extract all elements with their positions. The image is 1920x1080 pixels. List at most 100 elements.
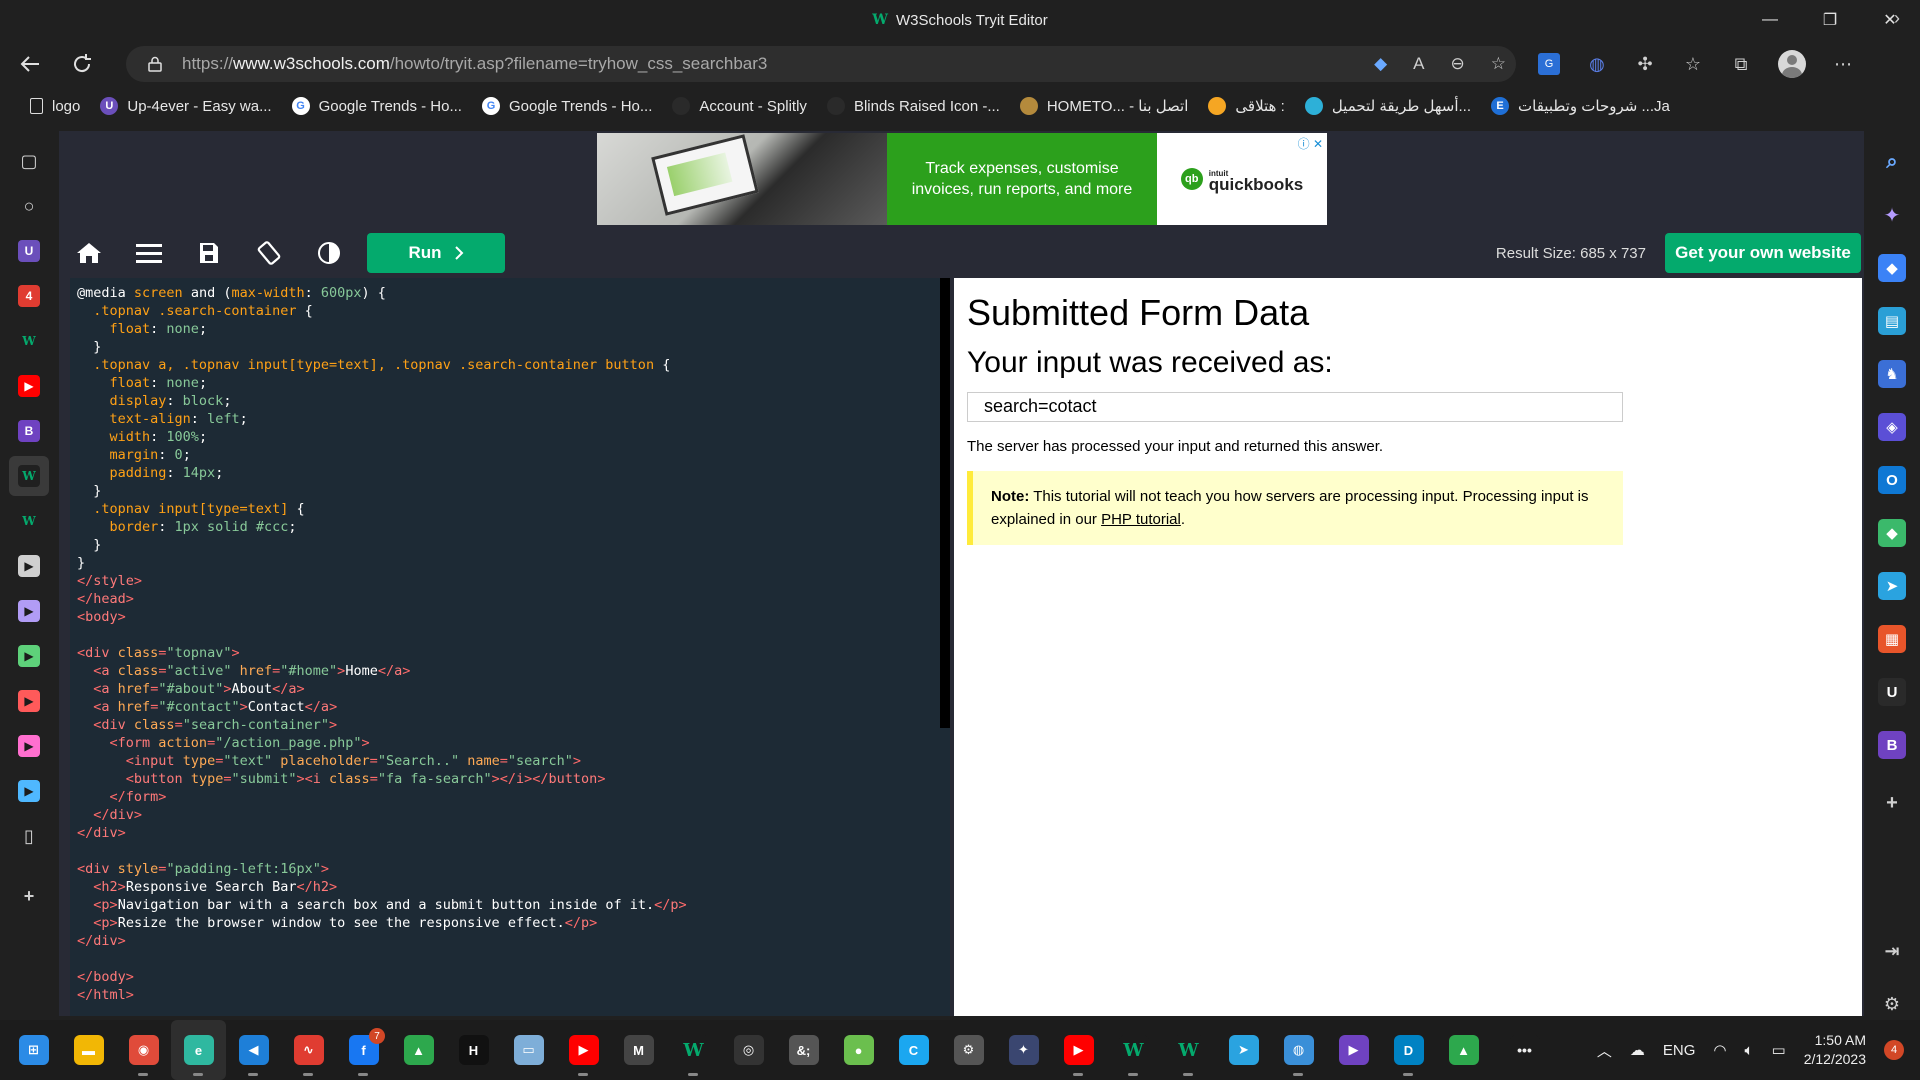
sidebar-tab[interactable]: + (9, 876, 49, 916)
coupon-icon[interactable]: ◆ (1374, 54, 1387, 74)
bookmark-item[interactable]: U Up-4ever - Easy wa... (90, 91, 281, 121)
close-button[interactable]: ✕ (1860, 0, 1920, 40)
home-button[interactable] (59, 228, 119, 278)
editor-scrollbar[interactable] (940, 278, 950, 1016)
sparkle-icon[interactable]: ✦ (1878, 201, 1906, 229)
zoom-out-icon[interactable]: ⊖ (1451, 54, 1465, 74)
bookmark-item[interactable]: Account - Splitly (662, 91, 817, 121)
taskbar-app[interactable]: e (171, 1020, 226, 1080)
taskbar-app[interactable]: W (1161, 1020, 1216, 1080)
taskbar-app[interactable]: ▬ (61, 1020, 116, 1080)
cloud-icon[interactable]: ☁ (1630, 1041, 1645, 1059)
sidebar-tab[interactable]: ▶ (9, 771, 49, 811)
sidebar-settings-icon[interactable]: ⚙ (1878, 990, 1906, 1018)
settings-more-icon[interactable]: ⋯ (1832, 53, 1854, 75)
save-button[interactable] (179, 228, 239, 278)
read-aloud-icon[interactable]: A (1413, 54, 1424, 74)
bookmark-item[interactable]: logo (20, 91, 90, 121)
taskbar-app[interactable]: ▶ (1051, 1020, 1106, 1080)
taskbar-app[interactable]: &; (776, 1020, 831, 1080)
taskbar-app[interactable]: D (1381, 1020, 1436, 1080)
theme-button[interactable] (299, 228, 359, 278)
add-favorite-icon[interactable]: ☆ (1491, 54, 1506, 74)
address-bar[interactable]: https://www.w3schools.com/howto/tryit.as… (126, 46, 1516, 82)
b-icon[interactable]: B (1878, 731, 1906, 759)
bookmark-item[interactable]: أسهل طريقة لتحميل... (1295, 91, 1481, 121)
taskbar-app[interactable]: H (446, 1020, 501, 1080)
u-icon[interactable]: U (1878, 678, 1906, 706)
copilot-icon[interactable]: ◈ (1878, 413, 1906, 441)
ad-close-icon[interactable]: ⓘ ✕ (1298, 135, 1323, 152)
sidebar-tab[interactable]: ▢ (9, 141, 49, 181)
taskbar-app[interactable]: ➤ (1216, 1020, 1271, 1080)
taskbar-app[interactable]: ◍ (1271, 1020, 1326, 1080)
favorites-icon[interactable]: ☆ (1682, 53, 1704, 75)
sidebar-tab[interactable]: B (9, 411, 49, 451)
search-icon[interactable]: ⌕ (1878, 148, 1906, 176)
sidebar-tab[interactable]: ▶ (9, 636, 49, 676)
battery-icon[interactable]: ▭ (1772, 1041, 1786, 1059)
taskbar-app[interactable]: ⚙ (941, 1020, 996, 1080)
sidebar-tab[interactable]: ▶ (9, 546, 49, 586)
bookmarks-more-chevron-icon[interactable]: › (1894, 0, 1900, 36)
extension-globe-icon[interactable]: ◍ (1586, 53, 1608, 75)
chevron-up-icon[interactable]: ︿ (1597, 1040, 1612, 1061)
notification-badge[interactable]: 4 (1884, 1040, 1904, 1060)
taskbar-app[interactable]: ◎ (721, 1020, 776, 1080)
get-your-own-website-button[interactable]: Get your own website (1665, 233, 1861, 273)
sidebar-tab[interactable]: W (9, 501, 49, 541)
sidebar-tab[interactable]: U (9, 231, 49, 271)
back-button[interactable] (4, 40, 56, 88)
url-text[interactable]: https://www.w3schools.com/howto/tryit.as… (182, 54, 767, 74)
taskbar-app[interactable]: ✦ (996, 1020, 1051, 1080)
sidebar-tab[interactable]: ○ (9, 186, 49, 226)
php-tutorial-link[interactable]: PHP tutorial (1101, 511, 1181, 528)
telegram-icon[interactable]: ➤ (1878, 572, 1906, 600)
sidebar-tab[interactable]: ▯ (9, 816, 49, 856)
clock[interactable]: 1:50 AM 2/12/2023 (1804, 1031, 1866, 1069)
taskbar-app[interactable]: ▶ (556, 1020, 611, 1080)
taskbar-app[interactable]: C (886, 1020, 941, 1080)
bookmark-item[interactable]: E شروحات وتطبيقات ...Ja (1481, 91, 1680, 121)
rotate-button[interactable] (239, 228, 299, 278)
taskbar-app[interactable]: W (1106, 1020, 1161, 1080)
wifi-icon[interactable]: ◠ (1713, 1041, 1726, 1059)
drop-icon[interactable]: ◆ (1878, 519, 1906, 547)
sidebar-tab[interactable]: ▶ (9, 681, 49, 721)
taskbar-app[interactable]: M (611, 1020, 666, 1080)
collections-icon[interactable]: ⧉ (1730, 53, 1752, 75)
bookmark-item[interactable]: Blinds Raised Icon -... (817, 91, 1010, 121)
code-editor[interactable]: @media screen and (max-width: 600px) { .… (70, 278, 940, 1016)
taskbar-app[interactable]: ▶ (1326, 1020, 1381, 1080)
sidebar-tab[interactable]: W (9, 321, 49, 361)
profile-avatar[interactable] (1778, 50, 1806, 78)
sidebar-exit-icon[interactable]: ⇥ (1878, 937, 1906, 965)
taskbar-app[interactable]: ⊞ (6, 1020, 61, 1080)
outlook-icon[interactable]: O (1878, 466, 1906, 494)
tag-icon[interactable]: ◆ (1878, 254, 1906, 282)
taskbar-app[interactable]: W (666, 1020, 721, 1080)
add-icon[interactable]: + (1878, 789, 1906, 817)
refresh-button[interactable] (56, 40, 108, 88)
bookmark-item[interactable]: HOMETO... - اتصل بنا (1010, 91, 1199, 121)
bookmark-item[interactable]: G Google Trends - Ho... (282, 91, 472, 121)
taskbar-app[interactable]: ◀ (226, 1020, 281, 1080)
sidebar-tab[interactable]: ▶ (9, 366, 49, 406)
sidebar-tab[interactable]: 4 (9, 276, 49, 316)
sidebar-tab[interactable]: W (9, 456, 49, 496)
toolbox-icon[interactable]: ▤ (1878, 307, 1906, 335)
language-indicator[interactable]: ENG (1663, 1042, 1696, 1059)
games-icon[interactable]: ♞ (1878, 360, 1906, 388)
taskbar-app[interactable]: ▲ (1436, 1020, 1491, 1080)
sidebar-tab[interactable]: ▶ (9, 591, 49, 631)
taskbar-app[interactable]: ● (831, 1020, 886, 1080)
taskbar-app[interactable]: ▲ (391, 1020, 446, 1080)
extensions-icon[interactable]: ✣ (1634, 53, 1656, 75)
restore-button[interactable]: ❐ (1800, 0, 1860, 40)
taskbar-app[interactable]: ▭ (501, 1020, 556, 1080)
taskbar-app[interactable]: ∿ (281, 1020, 336, 1080)
run-button[interactable]: Run (367, 233, 505, 273)
sidebar-tab[interactable]: ▶ (9, 726, 49, 766)
office-icon[interactable]: ▦ (1878, 625, 1906, 653)
minimize-button[interactable]: — (1740, 0, 1800, 40)
